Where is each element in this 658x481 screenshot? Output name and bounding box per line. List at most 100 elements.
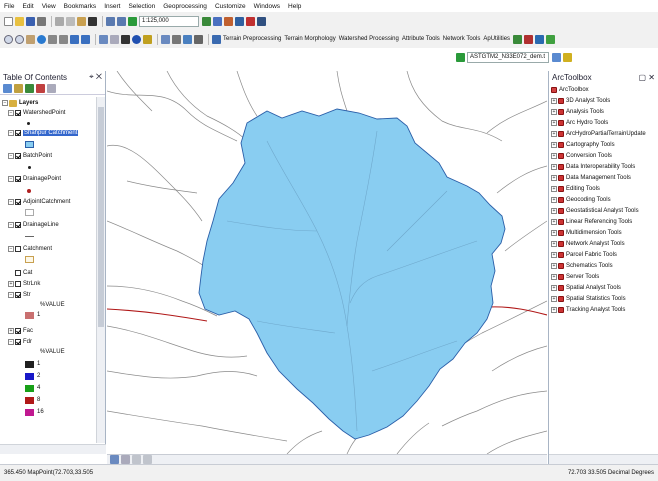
apply-edits-icon[interactable] [212,34,221,44]
graph-icon[interactable] [183,34,192,44]
menu-view[interactable]: View [42,3,56,10]
toc-layer-drainagepoint[interactable]: − DrainagePoint [8,174,61,184]
collapse-icon[interactable]: − [2,100,8,106]
catalog-icon[interactable] [224,16,233,26]
toolbox-item[interactable]: + Tracking Analyst Tools [551,305,625,315]
zoom-out-icon[interactable] [15,34,24,44]
map-scale-combo[interactable]: 1:125,000 [139,15,199,27]
data-view-icon[interactable] [110,455,119,464]
layer-visibility-checkbox[interactable] [15,199,21,205]
flow-path-icon[interactable] [513,34,523,44]
trace-icon[interactable] [546,34,556,44]
expand-icon[interactable]: + [551,175,557,181]
layer-visibility-checkbox[interactable] [15,328,21,334]
select-elements-icon[interactable] [121,34,130,44]
layer-visibility-checkbox[interactable] [15,339,21,345]
undo-icon[interactable] [106,16,115,26]
terrain-preprocessing-menu[interactable]: Terrain Preprocessing [223,36,281,42]
aputilities-menu[interactable]: ApUtilities [483,36,510,42]
editor-icon[interactable] [202,16,211,26]
toolbox-item[interactable]: + Arc Hydro Tools [551,118,608,128]
back-extent-icon[interactable] [70,34,79,44]
expand-icon[interactable]: + [551,120,557,126]
network-tools-menu[interactable]: Network Tools [443,36,481,42]
delete-icon[interactable] [88,16,97,26]
layer-combo[interactable]: ASTGTM2_N33E072_dem.t [467,51,549,63]
save-icon[interactable] [26,16,35,26]
full-extent-icon[interactable] [37,34,46,44]
toolbox-item[interactable]: + Data Management Tools [551,173,631,183]
menu-customize[interactable]: Customize [215,3,246,10]
batch-point-icon[interactable] [535,34,545,44]
menu-windows[interactable]: Windows [254,3,280,10]
expand-icon[interactable]: + [551,241,557,247]
toc-layer-str[interactable]: − Str [8,290,31,300]
toolbox-item[interactable]: + Analysis Tools [551,107,604,117]
collapse-icon[interactable]: − [8,130,14,136]
menu-geoprocessing[interactable]: Geoprocessing [163,3,207,10]
expand-icon[interactable]: + [551,252,557,258]
expand-icon[interactable]: + [551,164,557,170]
refresh-icon[interactable] [132,455,141,464]
add-data-icon[interactable] [128,16,137,26]
collapse-icon[interactable]: − [8,222,14,228]
toolbox-item[interactable]: + Spatial Statistics Tools [551,294,626,304]
collapse-icon[interactable]: − [8,246,14,252]
measure-icon[interactable] [172,34,181,44]
toolbox-item[interactable]: + Cartography Tools [551,140,615,150]
expand-icon[interactable]: + [551,197,557,203]
expand-icon[interactable]: + [551,263,557,269]
expand-icon[interactable]: + [551,285,557,291]
collapse-icon[interactable]: − [8,110,14,116]
toolbox-item[interactable]: + Conversion Tools [551,151,612,161]
arctoolbox-horizontal-scrollbar[interactable] [549,454,658,464]
paste-icon[interactable] [77,16,86,26]
list-by-source-icon[interactable] [14,84,23,93]
arctoolbox-close-icon[interactable]: ▢ ✕ [639,73,655,82]
toc-options-icon[interactable] [47,84,56,93]
toc-layer-fac[interactable]: + Fac [8,326,33,336]
layer-visibility-checkbox[interactable] [15,153,21,159]
menu-selection[interactable]: Selection [128,3,155,10]
list-by-drawing-order-icon[interactable] [3,84,12,93]
fixed-zoom-out-icon[interactable] [59,34,68,44]
collapse-icon[interactable]: − [8,176,14,182]
toolbox-item[interactable]: + Geocoding Tools [551,195,611,205]
point-delineation-icon[interactable] [524,34,534,44]
expand-icon[interactable]: + [551,131,557,137]
zoom-in-icon[interactable] [4,34,13,44]
time-slider-icon[interactable] [194,34,203,44]
identify-icon[interactable] [132,34,141,44]
arctoolbox-root[interactable]: ArcToolbox [551,85,589,95]
layer-visibility-checkbox[interactable] [15,130,21,136]
expand-icon[interactable]: + [551,109,557,115]
fixed-zoom-in-icon[interactable] [48,34,57,44]
toc-layer-watershedpoint[interactable]: − WatershedPoint [8,108,65,118]
layer-visibility-checkbox[interactable] [15,281,21,287]
toolbox-item[interactable]: + Network Analyst Tools [551,239,625,249]
expand-icon[interactable]: + [551,98,557,104]
toolbox-item[interactable]: + Data Interoperability Tools [551,162,635,172]
cut-icon[interactable] [55,16,64,26]
python-window-icon[interactable] [257,16,266,26]
toolbox-item[interactable]: + Multidimension Tools [551,228,622,238]
toc-pin-close-icon[interactable]: ⌖ ✕ [89,72,102,82]
toc-layer-catchment[interactable]: − Catchment [8,244,52,254]
toc-scroll-thumb[interactable] [98,107,104,327]
toolbox-item[interactable]: +3D Analyst Tools [551,96,610,106]
toc-layer-drainageline[interactable]: − DrainageLine [8,220,59,230]
layer-visibility-checkbox[interactable] [15,110,21,116]
toc-layer-batchpoint[interactable]: − BatchPoint [8,151,52,161]
expand-icon[interactable]: + [8,328,14,334]
print-icon[interactable] [37,16,46,26]
layer-visibility-checkbox[interactable] [15,270,21,276]
toc-layer-shahpur-catchment[interactable]: − Shahpur Catchment [8,128,79,138]
toolbox-item[interactable]: + Schematics Tools [551,261,613,271]
list-by-selection-icon[interactable] [36,84,45,93]
map-view[interactable] [107,71,547,454]
table-of-contents-icon[interactable] [213,16,222,26]
toc-layer-cat[interactable]: Cat [15,268,32,278]
clear-selection-icon[interactable] [110,34,119,44]
watershed-processing-menu[interactable]: Watershed Processing [339,36,399,42]
layer-visibility-checkbox[interactable] [15,176,21,182]
